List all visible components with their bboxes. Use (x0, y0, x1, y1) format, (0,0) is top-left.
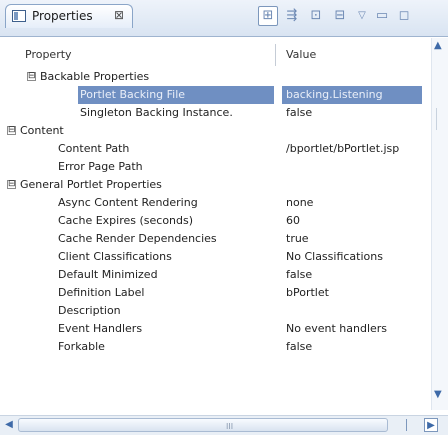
property-row[interactable]: Definition Label bPortlet (0, 284, 448, 302)
property-name: Cache Expires (seconds) (58, 214, 194, 227)
property-name: Event Handlers (58, 322, 143, 335)
property-row[interactable]: Content Path /bportlet/bPortlet.jsp (0, 140, 448, 158)
grip-icon: III (226, 422, 234, 431)
value-column-header[interactable]: Value (286, 48, 316, 61)
property-name: Portlet Backing File (80, 88, 186, 101)
scroll-thumb-horizontal[interactable]: III (18, 418, 388, 432)
collapse-icon[interactable]: ⊟ (27, 72, 36, 81)
table-header: Property Value (17, 44, 448, 66)
property-row[interactable]: Async Content Rendering none (0, 194, 448, 212)
tree-view-icon[interactable]: ⊞ (258, 6, 278, 26)
scroll-thumb[interactable] (436, 108, 444, 130)
collapse-icon[interactable]: ⊟ (7, 180, 16, 189)
property-value[interactable]: false (286, 268, 312, 281)
scroll-up-icon[interactable]: ▲ (434, 40, 442, 51)
view-menu-icon[interactable]: ▽ (352, 6, 372, 26)
minimize-icon[interactable]: ▭ (372, 6, 392, 26)
property-row[interactable]: Forkable false (0, 338, 448, 356)
property-value[interactable]: No event handlers (286, 322, 387, 335)
property-value[interactable]: 60 (286, 214, 300, 227)
property-value[interactable]: false (286, 340, 312, 353)
property-row[interactable]: Cache Render Dependencies true (0, 230, 448, 248)
property-name: Client Classifications (58, 250, 172, 263)
property-name: Default Minimized (58, 268, 158, 281)
scroll-divider (406, 419, 407, 431)
property-name: General Portlet Properties (20, 178, 162, 191)
property-name: Definition Label (58, 286, 145, 299)
vertical-scrollbar[interactable]: ▲ ▼ (431, 38, 448, 410)
maximize-icon[interactable]: ◻ (394, 6, 414, 26)
properties-icon (12, 10, 26, 22)
property-column-header[interactable]: Property (25, 48, 72, 61)
property-row[interactable]: Cache Expires (seconds) 60 (0, 212, 448, 230)
view-title-bar: Properties ⊠ ⊞ ⇶ ⊡ ⊟ ▽ ▭ ◻ (0, 0, 448, 37)
property-row[interactable]: Client Classifications No Classification… (0, 248, 448, 266)
property-value[interactable]: none (286, 196, 313, 209)
property-name: Error Page Path (58, 160, 143, 173)
horizontal-scrollbar[interactable]: ◀ III ▶ (0, 415, 448, 435)
filter-icon[interactable]: ⊡ (306, 6, 326, 26)
property-row[interactable]: Event Handlers No event handlers (0, 320, 448, 338)
property-value[interactable]: backing.Listening (286, 88, 383, 101)
scroll-right-icon[interactable]: ▶ (424, 418, 438, 432)
categories-icon[interactable]: ⇶ (282, 6, 302, 26)
property-name: Forkable (58, 340, 105, 353)
property-name: Content (20, 124, 64, 137)
property-row[interactable]: Description (0, 302, 448, 320)
category-row-backable[interactable]: ⊟ Backable Properties (0, 68, 448, 86)
property-row-selected[interactable]: Portlet Backing File backing.Listening (0, 86, 448, 104)
category-row-content[interactable]: ⊟ Content (0, 122, 448, 140)
property-row[interactable]: Error Page Path (0, 158, 448, 176)
property-row[interactable]: Singleton Backing Instance. false (0, 104, 448, 122)
tab-label: Properties (32, 9, 93, 23)
property-name: Singleton Backing Instance. (80, 106, 233, 119)
scroll-left-icon[interactable]: ◀ (2, 418, 16, 432)
property-name: Content Path (58, 142, 130, 155)
property-name: Backable Properties (40, 70, 150, 83)
property-value[interactable]: true (286, 232, 309, 245)
collapse-icon[interactable]: ⊟ (7, 126, 16, 135)
property-value[interactable]: bPortlet (286, 286, 329, 299)
property-name: Async Content Rendering (58, 196, 198, 209)
property-row[interactable]: Default Minimized false (0, 266, 448, 284)
property-value[interactable]: false (286, 106, 312, 119)
properties-tab[interactable]: Properties ⊠ (5, 4, 133, 28)
column-divider[interactable] (275, 44, 276, 66)
property-value[interactable]: No Classifications (286, 250, 383, 263)
property-name: Cache Render Dependencies (58, 232, 217, 245)
scroll-down-icon[interactable]: ▼ (434, 389, 442, 400)
property-value[interactable]: /bportlet/bPortlet.jsp (286, 142, 399, 155)
property-name: Description (58, 304, 121, 317)
category-row-general[interactable]: ⊟ General Portlet Properties (0, 176, 448, 194)
advanced-icon[interactable]: ⊟ (330, 6, 350, 26)
close-icon[interactable]: ⊠ (114, 8, 124, 22)
